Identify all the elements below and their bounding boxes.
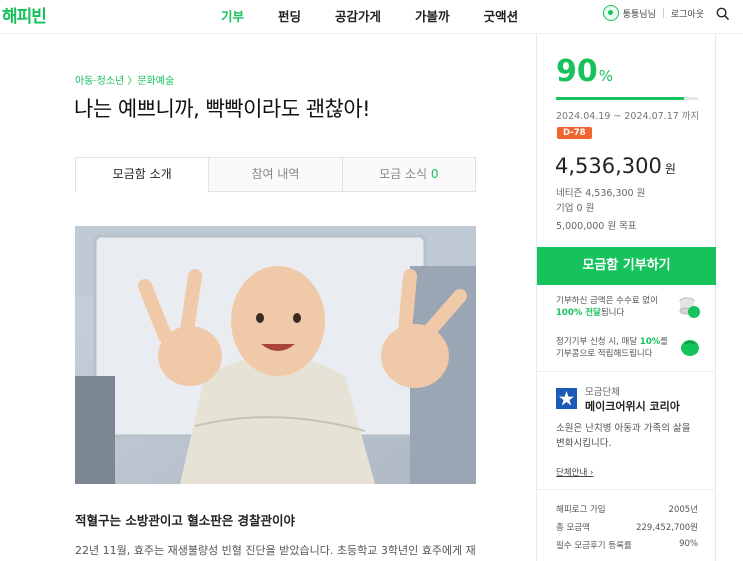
regular-strong: 10% xyxy=(639,337,661,347)
tab-news-label: 모금 소식 xyxy=(379,167,428,181)
avatar[interactable] xyxy=(602,5,619,21)
goal-amount: 5,000,000 원 목표 xyxy=(556,221,637,232)
nav-empathy-store[interactable]: 공감가게 xyxy=(335,6,381,25)
stat-value: 2005년 xyxy=(668,505,698,515)
campaign-tabs: 모금함 소개 참여 내역 모금 소식 0 xyxy=(75,157,476,192)
stat-label: 총 모금액 xyxy=(556,523,590,533)
percent-value: 90 xyxy=(556,54,598,89)
org-name[interactable]: 메이크어위시 코리아 xyxy=(585,398,680,414)
campaign-category[interactable]: 아동·청소년 〉문화예술 xyxy=(75,72,174,87)
donate-button[interactable]: 모금함 기부하기 xyxy=(537,247,716,285)
org-description: 소원은 난치병 아동과 가족의 삶을 변화시킵니다. xyxy=(556,423,691,449)
nav-donate[interactable]: 기부 xyxy=(221,6,244,25)
tab-intro[interactable]: 모금함 소개 xyxy=(76,158,209,192)
nav-shall-we-go[interactable]: 가볼까 xyxy=(415,6,450,25)
stat-row: 해피로그 가입 2005년 xyxy=(556,503,698,515)
stat-row: 필수 모금후기 등록률 90% xyxy=(556,539,698,551)
progress-fill xyxy=(556,97,684,100)
divider xyxy=(537,489,716,490)
regular-info: 정기기부 신청 시, 매달 10%를 기부콩으로 적립해드립니다 xyxy=(556,336,701,360)
tab-history[interactable]: 참여 내역 xyxy=(208,158,342,191)
percent-unit: % xyxy=(598,67,614,85)
bean-icon xyxy=(681,340,699,356)
top-header: 해피빈 기부 펀딩 공감가게 가볼까 굿액션 퉁퉁님님 로그아웃 xyxy=(0,0,743,34)
happybean-logo[interactable]: 해피빈 xyxy=(2,2,47,27)
tab-news-count: 0 xyxy=(430,167,439,181)
regular-post: 를 xyxy=(660,337,669,347)
page-title: 나는 예쁘니까, 빡빡이라도 괜찮아! xyxy=(74,97,371,121)
stat-row: 총 모금액 229,452,700원 xyxy=(556,521,698,533)
logout-link[interactable]: 로그아웃 xyxy=(671,7,704,20)
stat-label: 해피로그 가입 xyxy=(556,505,606,515)
fee-strong: 100% 전달 xyxy=(556,308,601,318)
stat-label: 필수 모금후기 등록률 xyxy=(556,541,632,551)
org-info-link[interactable]: 단체안내 › xyxy=(556,466,593,478)
org-label: 모금단체 xyxy=(585,387,620,398)
funding-period: 2024.04.19 ~ 2024.07.17 까지 xyxy=(556,111,700,122)
nav-good-action[interactable]: 굿액션 xyxy=(484,6,519,25)
nav-funding[interactable]: 펀딩 xyxy=(278,6,301,25)
story-text: 22년 11월, 효주는 재생불량성 빈혈 진단을 받았습니다. 초등학교 3학… xyxy=(75,544,476,557)
amount-value: 4,536,300 xyxy=(555,154,662,178)
stat-value: 229,452,700원 xyxy=(636,523,698,533)
company-amount: 기업 0 원 xyxy=(556,203,595,214)
donation-sidebar: 90% 2024.04.19 ~ 2024.07.17 까지 D-78 4,53… xyxy=(536,34,716,561)
org-logo-icon xyxy=(556,388,577,409)
user-name[interactable]: 퉁퉁님님 xyxy=(623,7,656,20)
fee-post: 됩니다 xyxy=(600,308,625,318)
campaign-photo xyxy=(75,226,476,484)
raised-amount: 4,536,300 원 xyxy=(555,154,676,178)
coin-stack-icon xyxy=(679,297,700,318)
progress-bar xyxy=(556,97,698,100)
user-area: 퉁퉁님님 로그아웃 xyxy=(602,5,729,21)
search-icon[interactable] xyxy=(716,7,729,20)
fee-info: 기부하신 금액은 수수료 없이 100% 전달됩니다 xyxy=(556,295,701,319)
regular-pre: 정기기부 신청 시, 매달 xyxy=(556,337,638,347)
netizen-amount: 네티즌 4,536,300 원 xyxy=(556,188,646,199)
main-nav: 기부 펀딩 공감가게 가볼까 굿액션 xyxy=(221,6,552,25)
stat-value: 90% xyxy=(679,539,698,549)
dday-badge: D-78 xyxy=(557,127,592,139)
amount-unit: 원 xyxy=(664,162,676,176)
story-heading: 적혈구는 소방관이고 혈소판은 경찰관이야 xyxy=(75,513,296,528)
divider xyxy=(537,371,716,372)
divider xyxy=(662,8,664,18)
funding-percent: 90% xyxy=(556,54,613,89)
tab-news[interactable]: 모금 소식 0 xyxy=(341,158,475,191)
